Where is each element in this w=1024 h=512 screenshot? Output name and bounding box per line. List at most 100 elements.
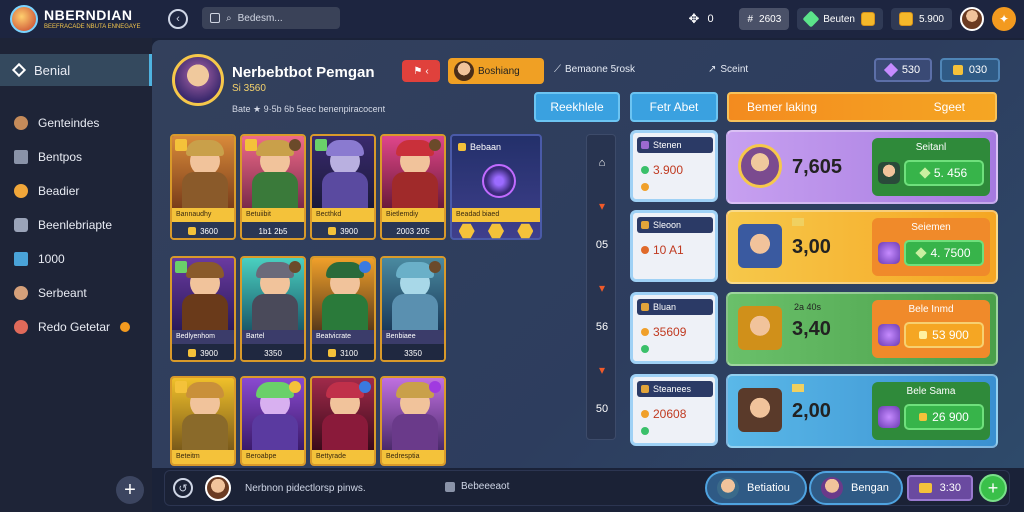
buy-button[interactable]: 4. 7500 [904,240,984,266]
sidebar-item-genteindes[interactable]: Genteindes [0,106,152,140]
chest-rewards [452,222,540,240]
app-logo[interactable]: NBERNDIAN BEEFRACADE NBUTA ENNEGAYE [0,5,152,33]
class-icon [289,381,301,393]
profile-header: Nerbebtbot Pemgan Si 3560 [172,54,375,106]
gold-balance[interactable]: 030 [940,58,1000,82]
flag-button[interactable]: ⚑ ‹ [402,60,440,82]
filter-column[interactable]: ⌂ ▾ 05 ▾ 56 ▾ 50 [586,134,616,440]
hero-card[interactable]: Bietlemdiy 2003 205 [380,134,446,240]
hero-card[interactable]: Bartel 3350 [240,256,306,362]
filter-icon[interactable]: ⌂ [587,157,617,169]
mini-offer-card[interactable]: Bluan 35609 [630,292,718,364]
buy-button[interactable]: 26 900 [904,404,984,430]
buy-button[interactable]: 5. 456 [904,160,984,186]
chevron-down-icon[interactable]: ▾ [587,199,617,213]
chevron-down-icon[interactable]: ▾ [587,363,617,377]
hero-card[interactable]: Beteitm [170,376,236,466]
chevron-down-icon[interactable]: ▾ [587,281,617,295]
fire-icon[interactable]: ✦ [992,7,1016,31]
search-input[interactable]: Bedesm... [238,13,283,24]
back-icon[interactable]: ‹ [168,9,188,29]
filter-value: 05 [595,239,609,251]
hex-reward-icon [487,223,504,239]
hero-name: Bartel [242,330,304,344]
stat-count: 0 [707,13,714,25]
player-pill[interactable]: Betiatiou [705,471,807,505]
user-avatar[interactable] [960,7,984,31]
gold-pill[interactable]: 5.900 [890,8,952,30]
hero-card[interactable]: Bedlyenhom 3900 [170,256,236,362]
hero-card[interactable]: Beatvicrate 3100 [310,256,376,362]
hero-card[interactable]: Betuiibit 1b1 2b5 [240,134,306,240]
hero-card[interactable]: Bettyrade [310,376,376,466]
gold-bar-icon [919,483,932,493]
hero-card[interactable]: Benbiaee 3350 [380,256,446,362]
sidebar-item-benial[interactable]: Benial [0,54,152,86]
sidebar-item-beenlebriapte[interactable]: Beenlebriapte [0,208,152,242]
profile-avatar[interactable] [172,54,224,106]
hex-reward-icon [458,223,475,239]
offer-panel: Bele Inmd 53 900 [872,300,990,358]
sidebar-item-serbeant[interactable]: Serbeant [0,276,152,310]
profile-description: Bate ★ 9·5b 6b 5eec benenpiracocent [232,104,386,114]
chat-avatar[interactable] [205,475,231,501]
tab-sceint[interactable]: ↗ Sceint [708,64,748,75]
gamepad-icon[interactable]: ✥ [689,11,700,27]
shop-offer-card[interactable]: 2,00 Bele Sama 26 900 [726,374,998,448]
hash-icon: # [747,13,754,25]
search-bar[interactable]: ⌕ Bedesm... [202,7,340,29]
hero-card[interactable]: Beroabpe [240,376,306,466]
tab-bemaone[interactable]: ⟋ Bemaone 5rosk [554,64,635,75]
sidebar-item-label: Benial [34,62,71,78]
ranking-bar[interactable]: Bemer laking Sgeet [727,92,997,122]
hero-name: Benbiaee [382,330,444,344]
shop-offer-card[interactable]: 7,605 Seitanl 5. 456 [726,130,998,204]
chat-link[interactable]: Bebeeeaot [445,481,509,492]
hero-price: 1b1 2b5 [242,222,304,238]
tab-label: Sceint [720,64,749,75]
friend-button[interactable]: Boshiang [448,58,544,84]
offer-gem-icon [878,242,900,264]
offer-panel: Seiemen 4. 7500 [872,218,990,276]
gem-icon [915,247,928,259]
gold-pill[interactable]: 3:30 [907,475,973,501]
hero-name: Becthkd [312,208,374,222]
status-dot-icon [641,246,649,254]
profile-name: Nerbebtbot Pemgan [232,64,375,81]
hero-name: Bannaudhy [172,208,234,222]
offer-value: 2,00 [792,400,831,422]
gem-balance[interactable]: 530 [874,58,932,82]
player-pill[interactable]: Bengan [809,471,903,505]
gems-pill[interactable]: Beuten [797,8,883,30]
sidebar-item-label: Bentpos [38,150,83,164]
hero-price: 3600 [172,222,234,238]
sidebar-item-beadier[interactable]: Beadier [0,174,152,208]
sidebar-item-redo-getetar[interactable]: Redo Getetar [0,310,152,344]
mini-offer-card[interactable]: Steanees 20608 [630,374,718,446]
shop-offer-card[interactable]: 2a 40s 3,40 Bele Inmd 53 900 [726,292,998,366]
chest-card[interactable]: Bebaan Beadad biaed [450,134,542,240]
hero-card[interactable]: Bedresptia [380,376,446,466]
reekhlele-button[interactable]: Reekhlele [534,92,620,122]
hero-price: 3900 [172,344,234,360]
fetr-abet-button[interactable]: Fetr Abet [630,92,718,122]
hero-card[interactable]: Bannaudhy 3600 [170,134,236,240]
coin-icon [898,12,913,26]
stat-pill[interactable]: # 2603 [739,8,790,30]
offer-hero-icon [878,162,900,184]
sidebar: Benial Genteindes Bentpos Beadier Beenle… [0,38,152,512]
sidebar-item-bentpos[interactable]: Bentpos [0,140,152,174]
add-icon[interactable]: + [979,474,1007,502]
add-button[interactable]: + [116,476,144,504]
shop-offer-card[interactable]: 3,00 Seiemen 4. 7500 [726,210,998,284]
gems-label: Beuten [823,13,855,25]
mini-card-title: Steanees [637,381,713,397]
sidebar-item-1000[interactable]: 1000 [0,242,152,276]
hero-card[interactable]: Becthkd 3900 [310,134,376,240]
mini-offer-card[interactable]: Stenen 3.900 [630,130,718,202]
mini-offer-card[interactable]: Sleoon 10 A1 [630,210,718,282]
mini-card-value: 10 A1 [641,243,684,257]
flag-icon: ⚑ [413,65,423,77]
history-icon[interactable]: ↺ [173,478,193,498]
buy-button[interactable]: 53 900 [904,322,984,348]
